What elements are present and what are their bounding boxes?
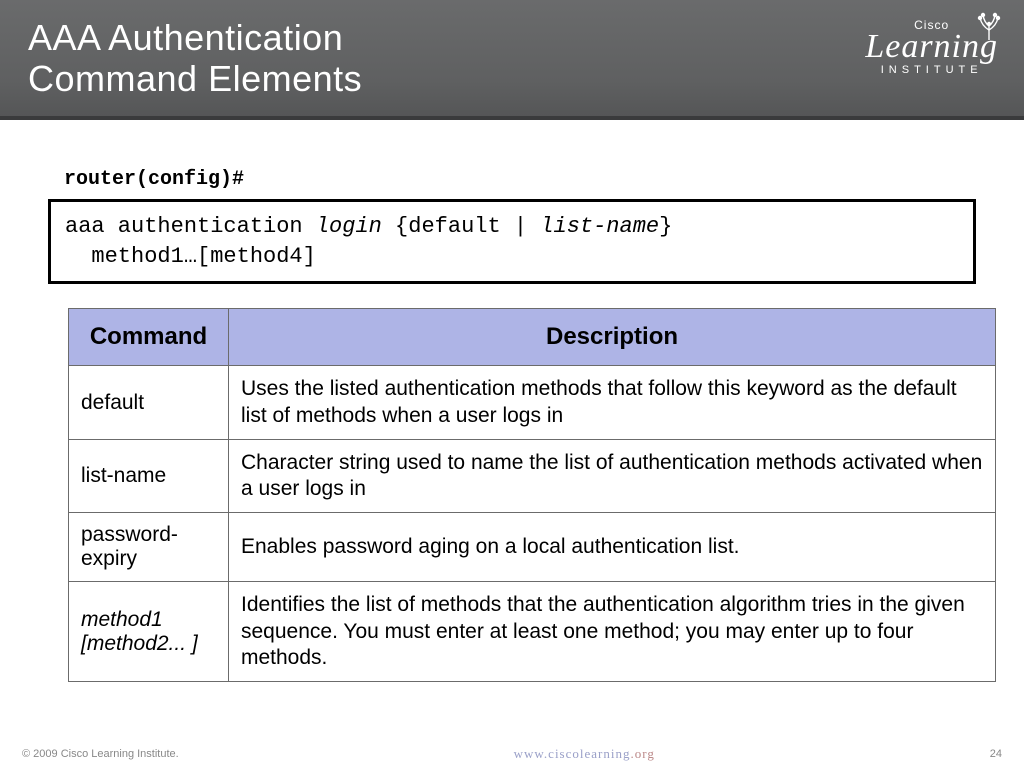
table-row: password-expiry Enables password aging o… — [69, 513, 996, 582]
cmd-prefix: aaa authentication — [65, 214, 316, 239]
cmd-line2: method1…[method4] — [65, 244, 316, 269]
slide-footer: © 2009 Cisco Learning Institute. www.cis… — [0, 746, 1024, 762]
table-row: default Uses the listed authentication m… — [69, 366, 996, 440]
leaf-icon — [974, 12, 1004, 42]
desc-cell: Enables password aging on a local authen… — [229, 513, 996, 582]
slide-title: AAA Authentication Command Elements — [28, 17, 362, 100]
table-row: list-name Character string used to name … — [69, 439, 996, 513]
desc-cell: Identifies the list of methods that the … — [229, 582, 996, 682]
cmd-cell: password-expiry — [69, 513, 229, 582]
cmd-login: login — [316, 214, 382, 239]
table-header-row: Command Description — [69, 309, 996, 366]
cmd-close: } — [659, 214, 672, 239]
command-description-table: Command Description default Uses the lis… — [68, 308, 996, 682]
copyright-text: © 2009 Cisco Learning Institute. — [22, 748, 179, 760]
col-command: Command — [69, 309, 229, 366]
col-description: Description — [229, 309, 996, 366]
cmd-cell: default — [69, 366, 229, 440]
page-number: 24 — [990, 748, 1002, 760]
table-row: method1 [method2... ] Identifies the lis… — [69, 582, 996, 682]
slide-header: AAA Authentication Command Elements Cisc… — [0, 0, 1024, 120]
footer-url: www.ciscolearning.org — [514, 746, 655, 762]
title-line-2: Command Elements — [28, 58, 362, 99]
cmd-cell: method1 [method2... ] — [69, 582, 229, 682]
command-syntax-box: aaa authentication login {default | list… — [48, 199, 976, 284]
cmd-mid: {default | — [382, 214, 540, 239]
slide-content: router(config)# aaa authentication login… — [0, 120, 1024, 682]
logo-bot-text: INSTITUTE — [865, 64, 998, 76]
desc-cell: Uses the listed authentication methods t… — [229, 366, 996, 440]
title-line-1: AAA Authentication — [28, 17, 343, 58]
cmd-listname: list-name — [540, 214, 659, 239]
cisco-learning-logo: Cisco Learning INSTITUTE — [865, 18, 998, 76]
desc-cell: Character string used to name the list o… — [229, 439, 996, 513]
cmd-cell: list-name — [69, 439, 229, 513]
cli-prompt: router(config)# — [64, 168, 984, 191]
